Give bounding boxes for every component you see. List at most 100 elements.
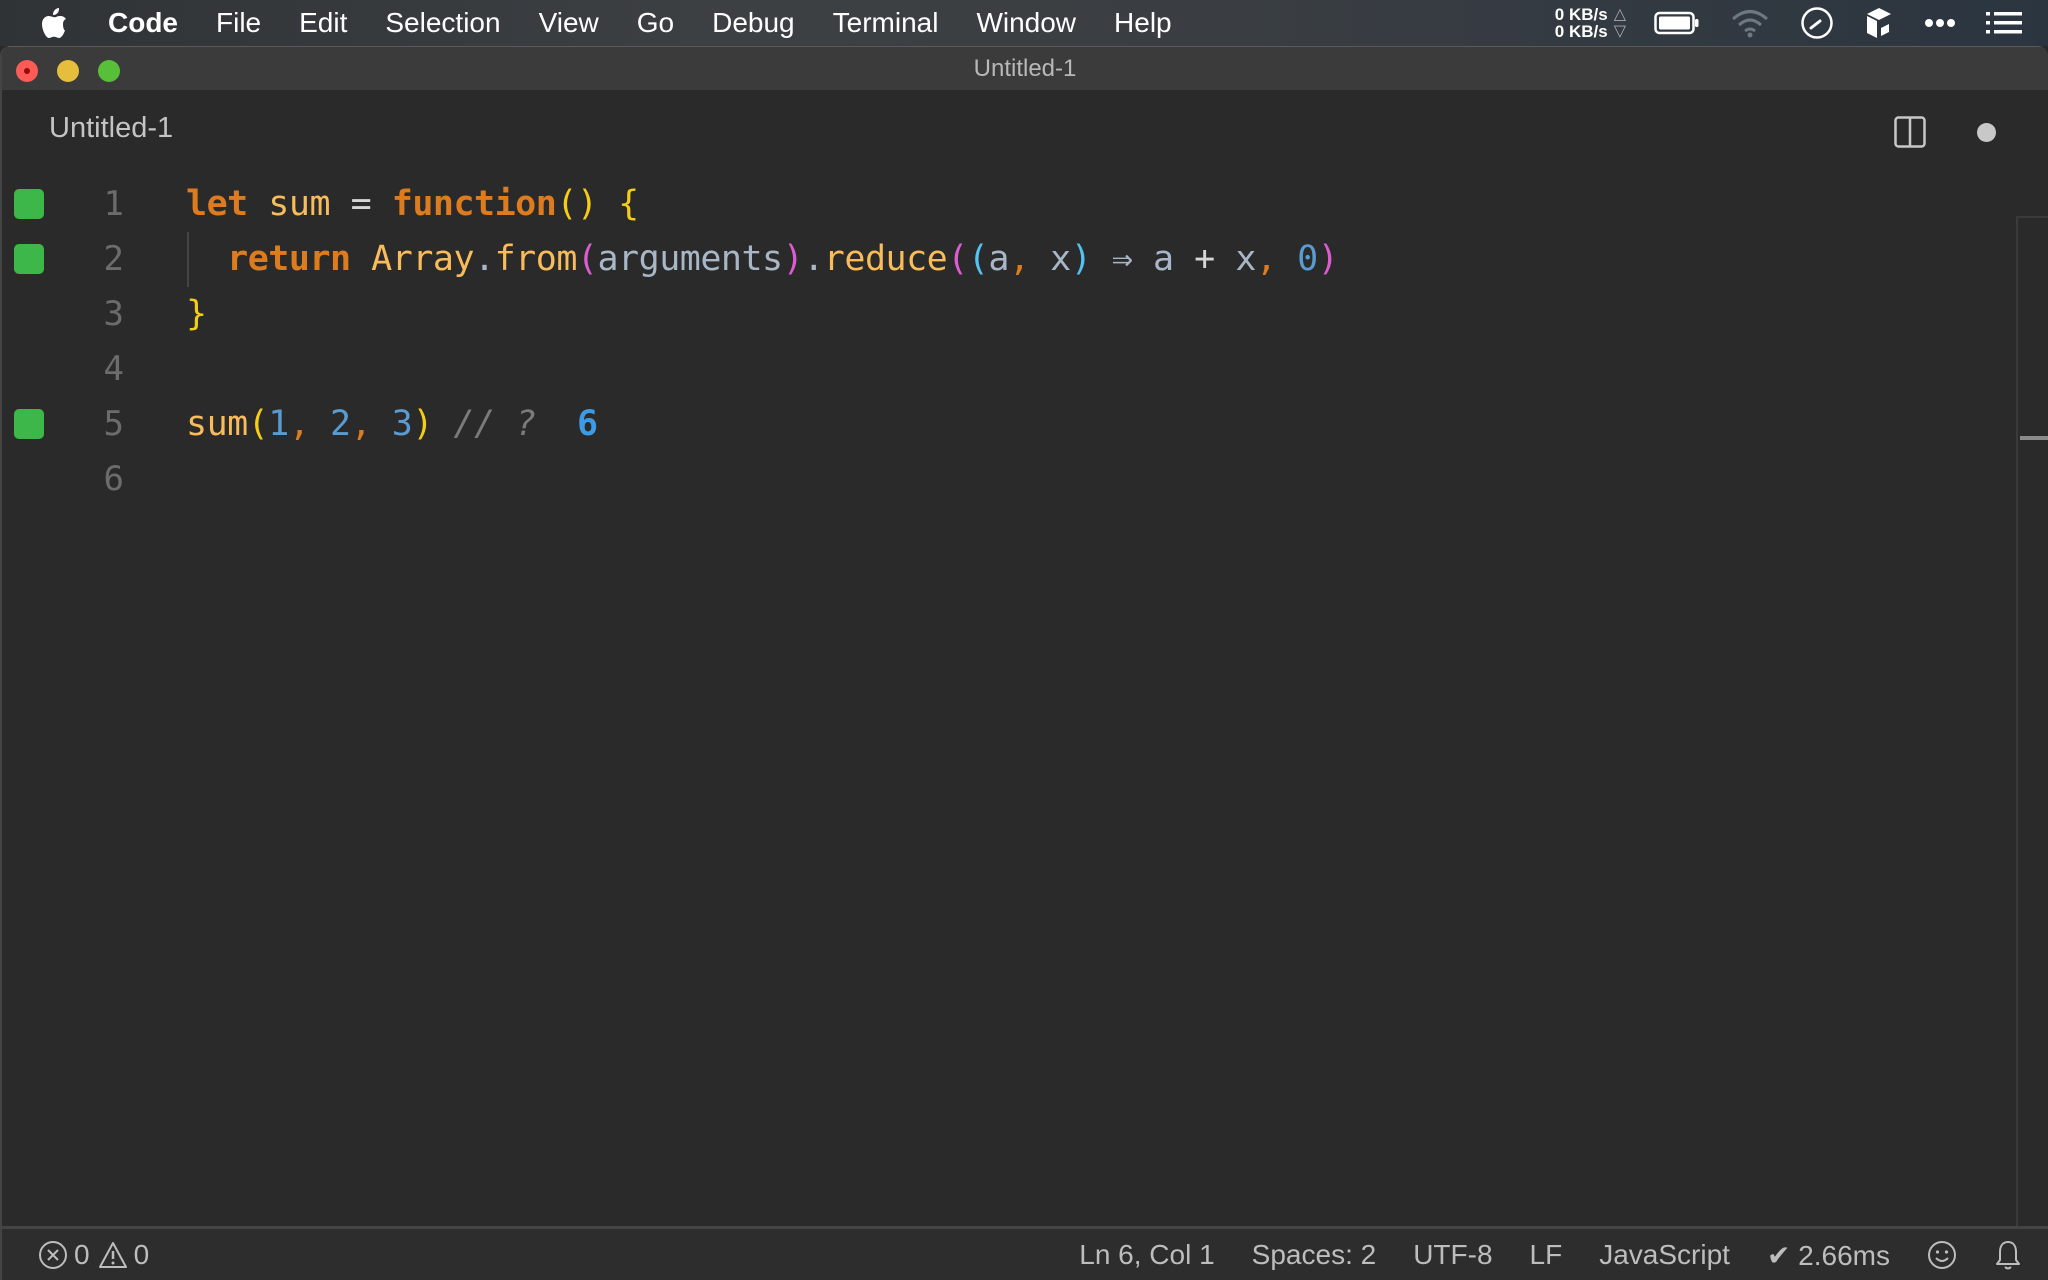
code-line[interactable]: 4 (2, 342, 2014, 397)
encoding[interactable]: UTF-8 (1413, 1239, 1492, 1271)
bell-icon[interactable] (1994, 1239, 2022, 1271)
token-num: 0 (1297, 239, 1318, 279)
token-var: ⇒ (1111, 239, 1133, 279)
list-icon[interactable] (1986, 12, 2022, 34)
upload-arrow-icon: △ (1613, 6, 1626, 23)
smiley-icon[interactable] (1927, 1240, 1957, 1270)
token-comma: , (1255, 239, 1277, 279)
line-code: return Array.from(arguments).reduce((a, … (186, 232, 1339, 287)
cursor-position[interactable]: Ln 6, Col 1 (1079, 1239, 1214, 1271)
end-of-line[interactable]: LF (1530, 1239, 1563, 1271)
token-kw: let (186, 184, 248, 224)
token-kw: return (227, 239, 351, 279)
network-speed[interactable]: 0 KB/s 0 KB/s (1555, 6, 1608, 40)
token-op: + (1194, 239, 1215, 279)
status-bar: 0 0 Ln 6, Col 1 Spaces: 2 UTF-8 LF JavaS… (2, 1226, 2048, 1280)
editor-window: Untitled-1 Untitled-1 1 let sum = functi… (0, 46, 2048, 1280)
split-editor-icon[interactable] (1894, 116, 1926, 148)
error-icon (38, 1240, 68, 1270)
unsaved-dot-icon[interactable] (1977, 123, 1996, 142)
token-comma: , (1008, 239, 1030, 279)
token-comma: , (350, 404, 372, 444)
token-fn: Array (371, 239, 475, 279)
token-p1: ( (247, 404, 269, 444)
coverage-marker-icon (14, 189, 44, 219)
box-icon[interactable] (1864, 6, 1894, 40)
clock-icon[interactable] (1800, 6, 1834, 40)
window-title: Untitled-1 (973, 55, 1077, 82)
code-editor[interactable]: 1 let sum = function() { 2 return Array.… (2, 170, 2048, 1230)
token-result: 6 (576, 404, 598, 444)
battery-icon[interactable] (1654, 11, 1700, 35)
language-mode[interactable]: JavaScript (1599, 1239, 1730, 1271)
line-number: 3 (103, 294, 124, 334)
token-comma: , (288, 404, 310, 444)
network-arrows: △ ▽ (1614, 6, 1626, 40)
line-number: 5 (103, 404, 124, 444)
quokka-timing[interactable]: ✔ 2.66ms (1767, 1239, 1890, 1272)
tab-untitled-1[interactable]: Untitled-1 (49, 112, 173, 145)
line-code: } (186, 287, 207, 342)
token-var: arguments (597, 239, 783, 279)
token-var: x (1235, 239, 1256, 279)
menu-help[interactable]: Help (1114, 7, 1172, 39)
macos-menu-bar: Code File Edit Selection View Go Debug T… (0, 0, 2048, 46)
menu-edit[interactable]: Edit (299, 7, 347, 39)
token-num: 2 (330, 404, 351, 444)
token-fn: sum (186, 404, 248, 444)
wifi-icon[interactable] (1730, 8, 1770, 38)
menu-debug[interactable]: Debug (712, 7, 795, 39)
code-line[interactable]: 2 return Array.from(arguments).reduce((a… (2, 232, 2014, 287)
menu-bar-tray: 0 KB/s 0 KB/s △ ▽ (1555, 0, 2048, 46)
token-var: . (803, 239, 824, 279)
line-number: 4 (103, 349, 124, 389)
token-kw: function (391, 184, 557, 224)
token-p1: } (186, 294, 207, 334)
token-var: a (1153, 239, 1174, 279)
token-p2: ( (947, 239, 968, 279)
token-fn: sum (268, 184, 331, 224)
token-p3: ( (967, 239, 989, 279)
code-line[interactable]: 5 sum(1, 2, 3) // ? 6 (2, 397, 2014, 452)
warning-count: 0 (133, 1239, 150, 1270)
token-cmt: // ? (453, 404, 537, 444)
menu-go[interactable]: Go (637, 7, 674, 39)
coverage-marker-icon (14, 409, 44, 439)
more-icon[interactable] (1924, 18, 1956, 28)
problems-indicator[interactable]: 0 0 (38, 1229, 157, 1280)
token-num: 3 (391, 404, 413, 444)
token-op: = (350, 184, 372, 224)
token-p2: ) (1317, 239, 1339, 279)
code-line[interactable]: 1 let sum = function() { (2, 177, 2014, 232)
title-bar[interactable]: Untitled-1 (2, 46, 2048, 91)
overview-ruler-scrollbar[interactable] (2016, 216, 2048, 1278)
menu-selection[interactable]: Selection (385, 7, 500, 39)
line-code: sum(1, 2, 3) // ? 6 (186, 397, 598, 452)
token-p1: { (618, 184, 639, 224)
code-line[interactable]: 3 } (2, 287, 2014, 342)
menu-code[interactable]: Code (108, 7, 178, 39)
menu-window[interactable]: Window (976, 7, 1076, 39)
apple-logo-icon[interactable] (40, 6, 70, 40)
menu-file[interactable]: File (216, 7, 261, 39)
menu-terminal[interactable]: Terminal (833, 7, 939, 39)
code-line-current[interactable]: 6 (2, 452, 2014, 507)
line-code: let sum = function() { (186, 177, 639, 232)
menu-view[interactable]: View (539, 7, 599, 39)
line-number: 6 (103, 459, 124, 499)
indentation[interactable]: Spaces: 2 (1252, 1239, 1377, 1271)
net-download-speed: 0 KB/s (1554, 22, 1608, 41)
token-p2: ) (782, 239, 804, 279)
download-arrow-icon: ▽ (1613, 23, 1626, 40)
